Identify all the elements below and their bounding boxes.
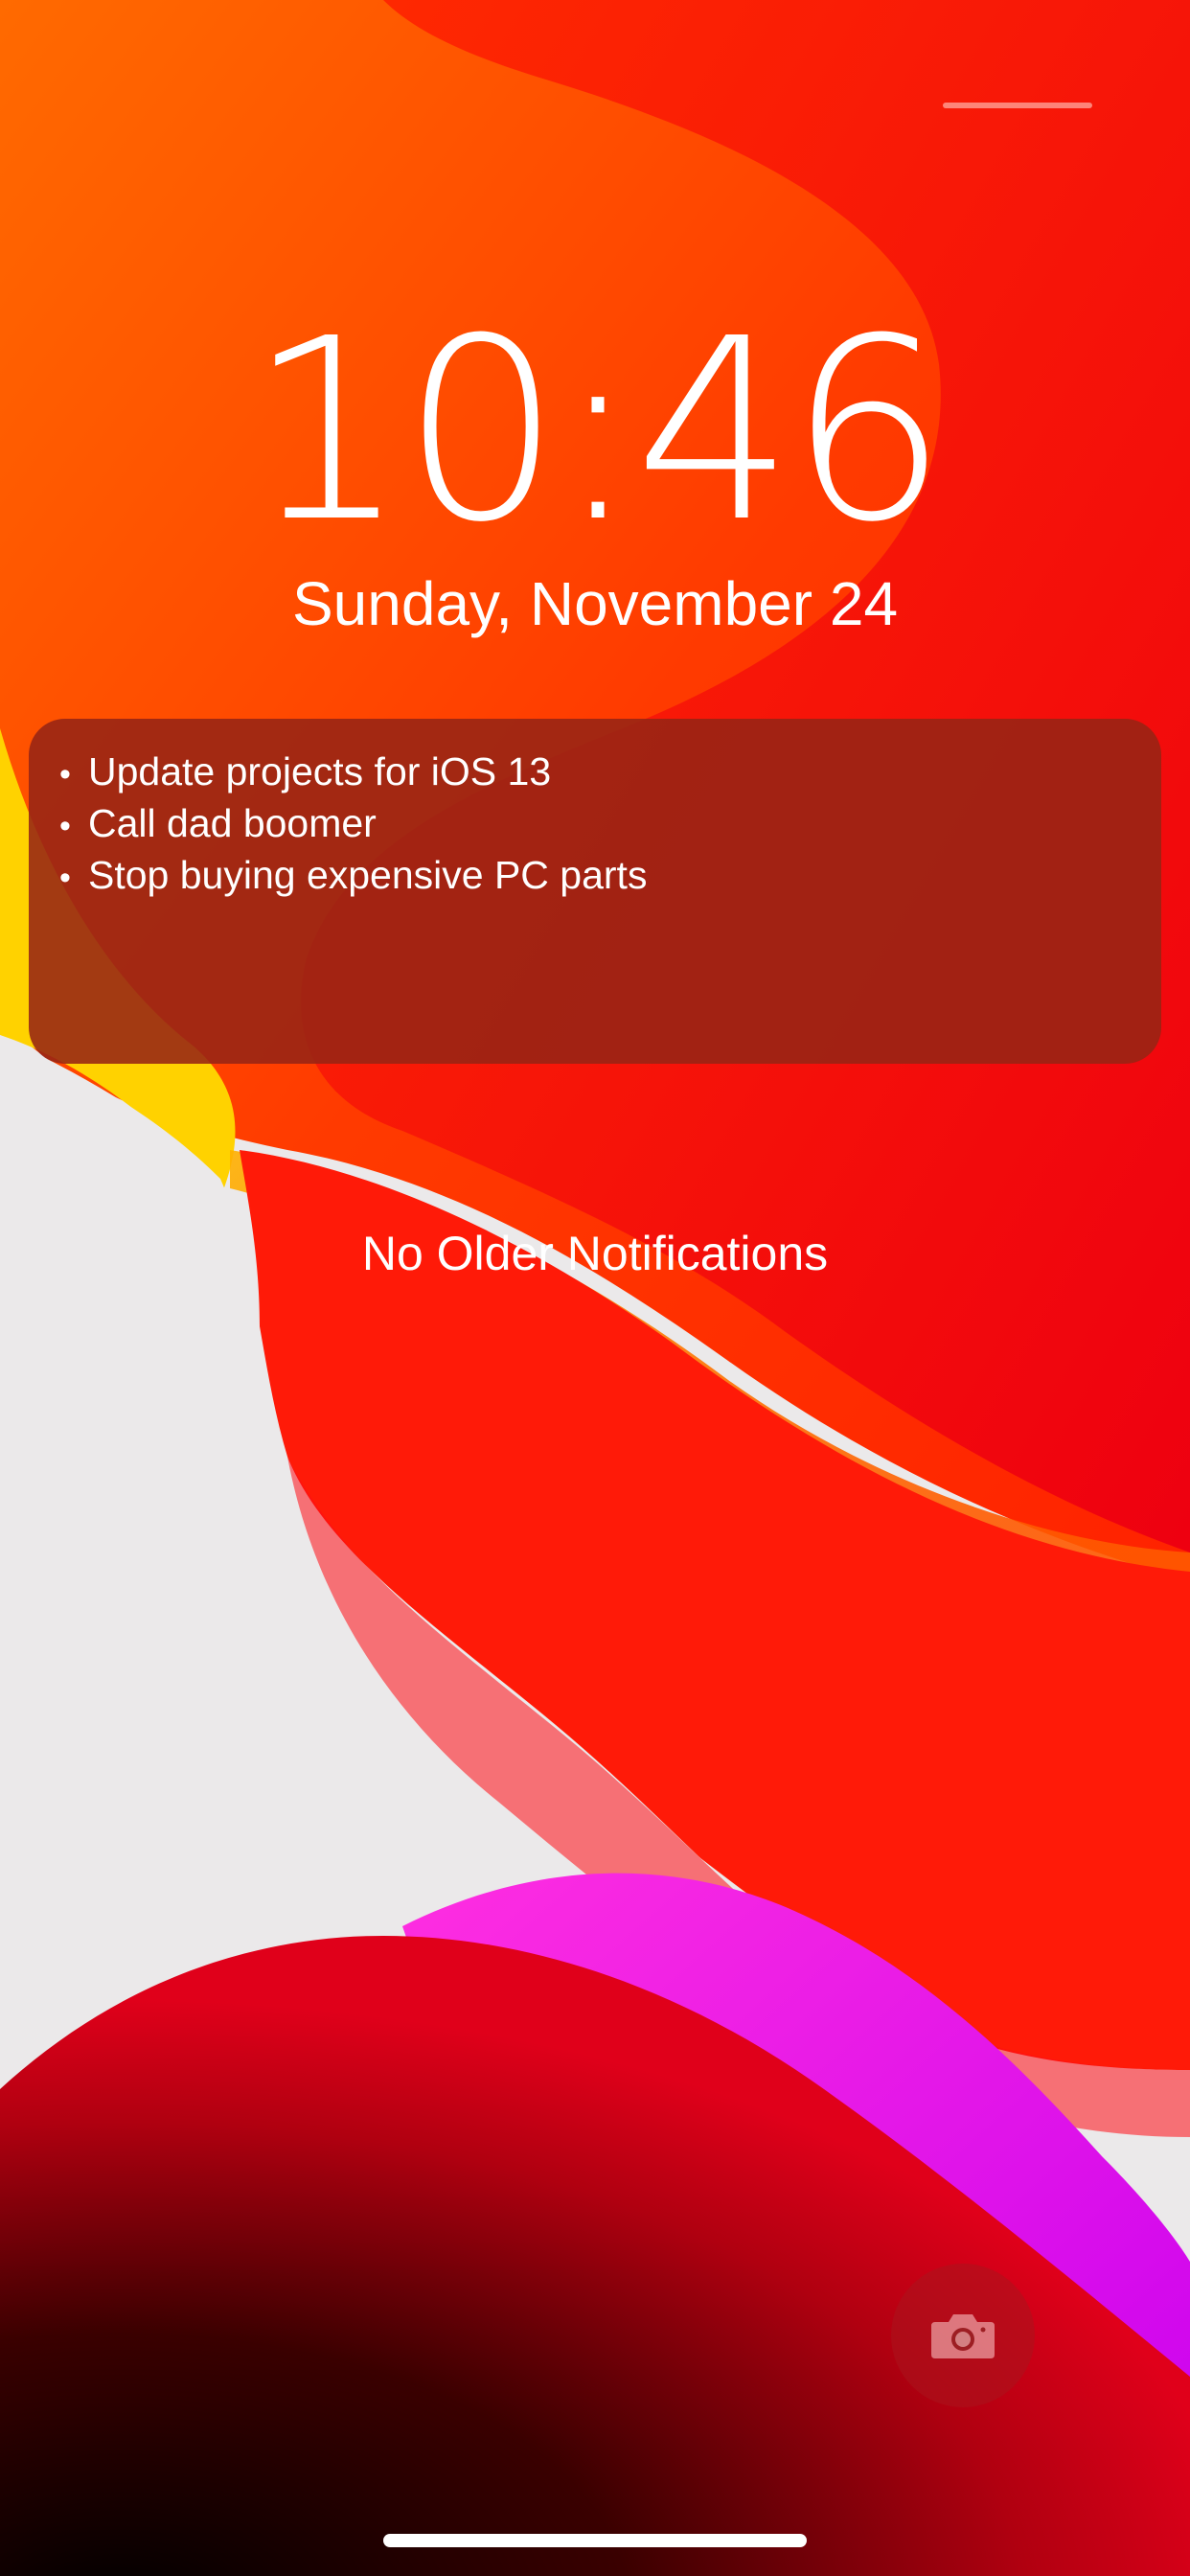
home-indicator[interactable] <box>383 2534 807 2547</box>
bullet-icon: • <box>59 808 71 844</box>
note-text: Stop buying expensive PC parts <box>88 853 648 897</box>
bullet-icon: • <box>59 860 71 896</box>
no-older-notifications-label: No Older Notifications <box>361 1227 829 1280</box>
lock-screen-date: Sunday, November 24 <box>291 569 899 638</box>
camera-button[interactable] <box>891 2264 1035 2407</box>
lock-screen-time: 10:46 <box>247 285 948 577</box>
lock-screen: 10:46 Sunday, November 24 • Update proje… <box>0 0 1190 2576</box>
control-center-indicator[interactable] <box>943 103 1092 108</box>
bullet-icon: • <box>59 756 71 793</box>
note-item: • Stop buying expensive PC parts <box>59 851 1131 903</box>
note-text: Update projects for iOS 13 <box>88 749 552 794</box>
camera-icon <box>931 2314 995 2358</box>
note-item: • Update projects for iOS 13 <box>59 748 1131 799</box>
notes-list: • Update projects for iOS 13 • Call dad … <box>59 748 1131 903</box>
note-item: • Call dad boomer <box>59 799 1131 851</box>
note-text: Call dad boomer <box>88 801 377 845</box>
notes-widget[interactable]: • Update projects for iOS 13 • Call dad … <box>29 719 1161 1064</box>
